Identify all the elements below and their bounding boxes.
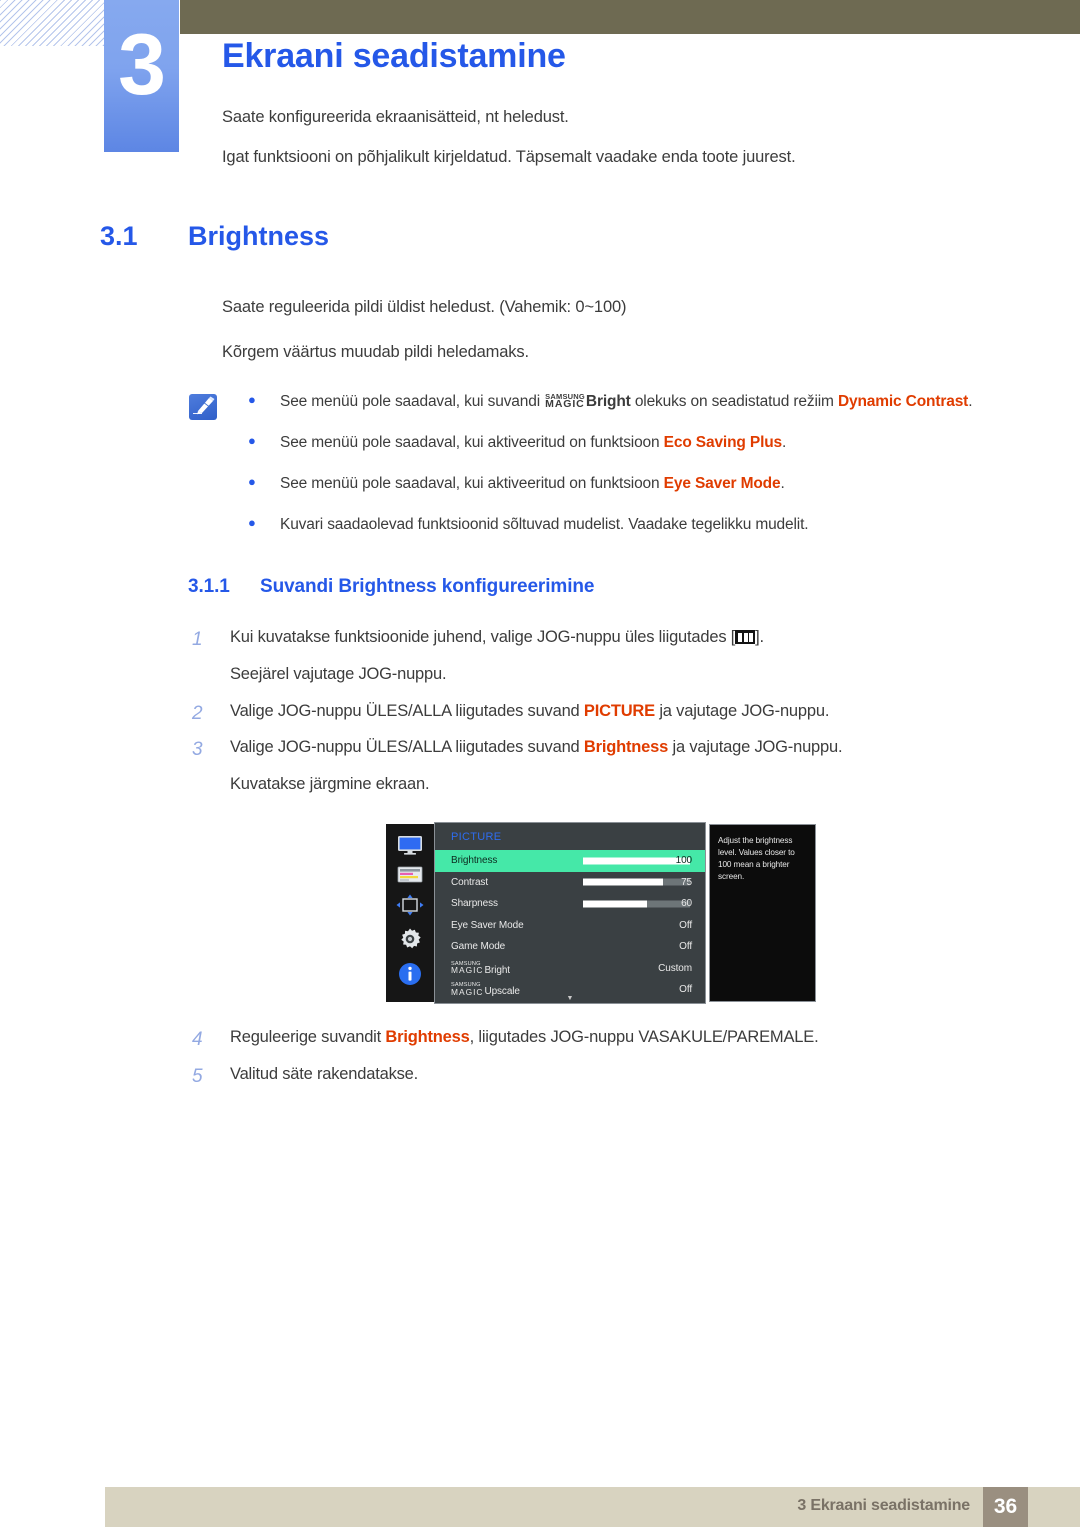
display-monitor-icon[interactable]: [397, 835, 423, 860]
osd-row-label: SAMSUNG MAGIC Bright: [451, 960, 510, 976]
osd-row-value: 75: [681, 876, 692, 888]
samsung-magic-logo: SAMSUNG MAGIC: [451, 960, 484, 976]
pip-resize-arrows-icon[interactable]: [396, 894, 424, 921]
chevron-down-icon[interactable]: ▼: [435, 995, 705, 1002]
step-number: 1: [192, 629, 203, 650]
step-number: 5: [192, 1065, 203, 1087]
osd-row-value: Custom: [658, 962, 692, 974]
step-subtext: Kuvatakse järgmine ekraan.: [230, 775, 430, 794]
section-paragraph-1: Saate reguleerida pildi üldist heledust.…: [222, 298, 627, 316]
osd-row-magicbright[interactable]: SAMSUNG MAGIC Bright Custom: [435, 958, 705, 980]
osd-row-sharpness[interactable]: Sharpness 60: [435, 893, 705, 915]
bullet-icon: ●: [248, 433, 256, 449]
osd-row-value: Off: [679, 941, 692, 953]
jog-menu-icon: [735, 630, 756, 644]
osd-row-label: Game Mode: [451, 941, 506, 953]
information-icon[interactable]: [398, 962, 422, 991]
note-item: ● See menüü pole saadaval, kui aktiveeri…: [248, 431, 978, 455]
osd-row-value: Off: [679, 984, 692, 996]
subsection-number: 3.1.1: [188, 576, 230, 597]
note-text: See menüü pole saadaval, kui suvandi SAM…: [280, 391, 973, 410]
osd-sidebar: [386, 824, 434, 1002]
steps-list-part-1: 1 Kui kuvatakse funktsioonide juhend, va…: [192, 626, 982, 800]
osd-row-game-mode[interactable]: Game Mode Off: [435, 936, 705, 958]
note-item: ● Kuvari saadaolevad funktsioonid sõltuv…: [248, 513, 978, 537]
bullet-icon: ●: [248, 392, 256, 407]
step-subtext: Seejärel vajutage JOG-nuppu.: [230, 664, 447, 683]
steps-list-part-2: 4 Reguleerige suvandit Brightness, liigu…: [192, 1026, 982, 1093]
step-item: 1 Kui kuvatakse funktsioonide juhend, va…: [192, 626, 982, 687]
step-number: 4: [192, 1029, 203, 1050]
osd-row-label: Eye Saver Mode: [451, 919, 524, 931]
step-item: 2 Valige JOG-nuppu ÜLES/ALLA liigutades …: [192, 700, 982, 728]
header-band: [180, 0, 1080, 34]
chapter-intro-line-2: Igat funktsiooni on põhjalikult kirjelda…: [222, 148, 796, 166]
chapter-title: Ekraani seadistamine: [222, 37, 566, 75]
subsection-title: Suvandi Brightness konfigureerimine: [260, 576, 595, 597]
samsung-magic-logo: SAMSUNG MAGIC: [545, 391, 585, 410]
page-number: 36: [983, 1487, 1028, 1527]
notes-list: ● See menüü pole saadaval, kui suvandi S…: [248, 390, 978, 554]
step-number: 3: [192, 739, 203, 761]
bullet-icon: ●: [248, 474, 256, 490]
step-item: 4 Reguleerige suvandit Brightness, liigu…: [192, 1026, 982, 1054]
osd-tooltip: Adjust the brightness level. Values clos…: [709, 824, 816, 1002]
osd-slider-brightness[interactable]: [583, 857, 690, 865]
note-pencil-icon: [189, 394, 217, 420]
osd-rows: Brightness 100 Contrast 75 Sharpness 60 …: [435, 850, 705, 1001]
osd-row-label: Contrast: [451, 876, 488, 888]
osd-row-brightness[interactable]: Brightness 100: [435, 850, 705, 872]
chapter-intro-line-1: Saate konfigureerida ekraanisätteid, nt …: [222, 108, 569, 126]
osd-menu-title: PICTURE: [451, 831, 502, 843]
step-text: Valitud säte rakendatakse.: [230, 1064, 419, 1083]
osd-main-panel: PICTURE Brightness 100 Contrast 75 Sharp…: [434, 822, 706, 1004]
section-number: 3.1: [100, 221, 138, 251]
subsection-heading: 3.1.1 Suvandi Brightness konfigureerimine: [188, 576, 594, 598]
step-text: Kui kuvatakse funktsioonide juhend, vali…: [230, 626, 982, 687]
bullet-icon: ●: [248, 515, 256, 531]
step-text: Valige JOG-nuppu ÜLES/ALLA liigutades su…: [230, 701, 830, 720]
gear-settings-icon[interactable]: [398, 927, 422, 956]
osd-slider-contrast[interactable]: [583, 878, 690, 886]
osd-row-label: Sharpness: [451, 898, 498, 910]
osd-row-label: Brightness: [451, 855, 498, 867]
note-text: Kuvari saadaolevad funktsioonid sõltuvad…: [280, 516, 809, 534]
osd-row-eye-saver-mode[interactable]: Eye Saver Mode Off: [435, 915, 705, 937]
osd-row-value: 100: [675, 855, 692, 867]
section-title: Brightness: [188, 221, 330, 251]
osd-slider-sharpness[interactable]: [583, 900, 690, 908]
chapter-number: 3: [118, 17, 166, 113]
step-text: Reguleerige suvandit Brightness, liiguta…: [230, 1028, 819, 1046]
step-number: 2: [192, 702, 203, 724]
step-item: 3 Valige JOG-nuppu ÜLES/ALLA liigutades …: [192, 736, 982, 797]
step-text: Valige JOG-nuppu ÜLES/ALLA liigutades su…: [230, 736, 982, 797]
note-item: ● See menüü pole saadaval, kui aktiveeri…: [248, 472, 978, 496]
osd-menu-screenshot: PICTURE Brightness 100 Contrast 75 Sharp…: [386, 822, 816, 1004]
decorative-hatch-pattern: [0, 0, 108, 46]
note-item: ● See menüü pole saadaval, kui suvandi S…: [248, 390, 978, 414]
section-paragraph-2: Kõrgem väärtus muudab pildi heledamaks.: [222, 343, 529, 361]
osd-row-contrast[interactable]: Contrast 75: [435, 872, 705, 894]
osd-row-value: Off: [679, 919, 692, 931]
osd-list-icon[interactable]: [397, 866, 423, 889]
osd-row-value: 60: [681, 898, 692, 910]
footer-breadcrumb: 3 Ekraani seadistamine: [797, 1497, 970, 1514]
note-text: See menüü pole saadaval, kui aktiveeritu…: [280, 475, 785, 493]
step-item: 5 Valitud säte rakendatakse.: [192, 1063, 982, 1091]
note-text: See menüü pole saadaval, kui aktiveeritu…: [280, 434, 787, 452]
